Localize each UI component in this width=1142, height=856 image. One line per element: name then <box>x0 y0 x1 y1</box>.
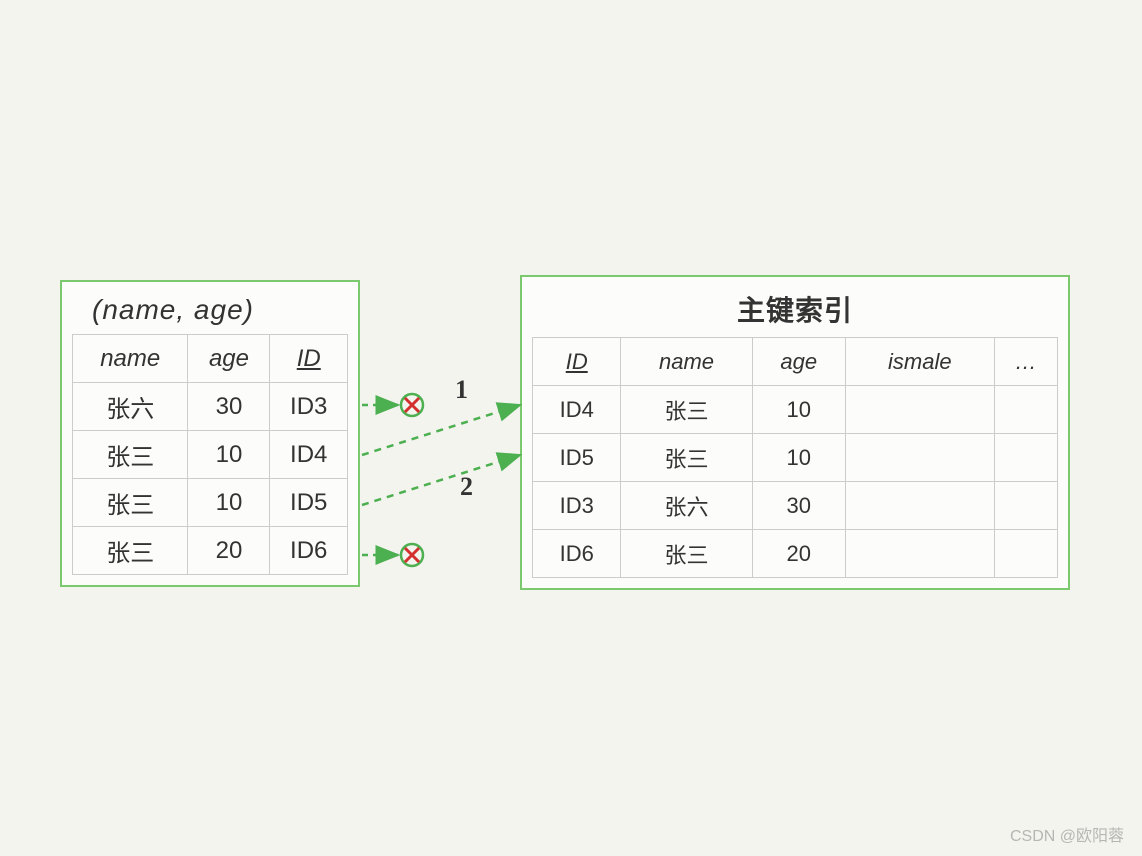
cell: 张三 <box>73 527 188 575</box>
cell <box>846 434 994 482</box>
table-row: ID6 张三 20 <box>533 530 1058 578</box>
right-table: ID name age ismale … ID4 张三 10 ID5 张三 10 <box>532 337 1058 578</box>
cell <box>846 482 994 530</box>
col-age: age <box>752 338 846 386</box>
cell: ID6 <box>270 527 348 575</box>
cell <box>994 434 1057 482</box>
cell <box>994 482 1057 530</box>
cell: 张六 <box>621 482 752 530</box>
reject-x-icon <box>405 548 419 562</box>
arrow-label-1: 1 <box>455 375 468 404</box>
cell <box>846 386 994 434</box>
cell: 张三 <box>621 386 752 434</box>
watermark-text: CSDN @欧阳蓉 <box>1010 822 1124 846</box>
cell: 30 <box>752 482 846 530</box>
table-row: ID5 张三 10 <box>533 434 1058 482</box>
reject-x-icon <box>405 548 419 562</box>
cell: 张三 <box>73 479 188 527</box>
cell: 10 <box>752 434 846 482</box>
cell: ID3 <box>533 482 621 530</box>
cell: 20 <box>752 530 846 578</box>
table-row: 张六 30 ID3 <box>73 383 348 431</box>
left-table: name age ID 张六 30 ID3 张三 10 ID4 张三 10 ID… <box>72 334 348 575</box>
cell: 30 <box>188 383 270 431</box>
col-name: name <box>73 335 188 383</box>
arrow-label-2: 2 <box>460 472 473 501</box>
reject-circle-icon <box>401 394 423 416</box>
table-row: 张三 10 ID5 <box>73 479 348 527</box>
col-more: … <box>994 338 1057 386</box>
table-row: 张三 20 ID6 <box>73 527 348 575</box>
cell: ID6 <box>533 530 621 578</box>
cell: 张三 <box>621 530 752 578</box>
table-header-row: name age ID <box>73 335 348 383</box>
col-ismale: ismale <box>846 338 994 386</box>
cell: ID5 <box>533 434 621 482</box>
cell <box>846 530 994 578</box>
reject-circle-icon <box>401 544 423 566</box>
cell <box>994 530 1057 578</box>
col-id: ID <box>533 338 621 386</box>
secondary-index-table: (name, age) name age ID 张六 30 ID3 张三 10 … <box>60 280 360 587</box>
cell: ID4 <box>270 431 348 479</box>
cell <box>994 386 1057 434</box>
table-row: ID3 张六 30 <box>533 482 1058 530</box>
table-row: 张三 10 ID4 <box>73 431 348 479</box>
right-table-title: 主键索引 <box>532 285 1058 337</box>
cell: 张三 <box>621 434 752 482</box>
left-table-title: (name, age) <box>72 290 348 334</box>
cell: 10 <box>752 386 846 434</box>
arrow-2 <box>362 455 520 505</box>
cell: ID5 <box>270 479 348 527</box>
cell: 张六 <box>73 383 188 431</box>
reject-x-icon <box>405 398 419 412</box>
cell: 张三 <box>73 431 188 479</box>
cell: 10 <box>188 479 270 527</box>
col-age: age <box>188 335 270 383</box>
reject-x-icon <box>405 398 419 412</box>
primary-key-index-table: 主键索引 ID name age ismale … ID4 张三 10 ID5 … <box>520 275 1070 590</box>
table-row: ID4 张三 10 <box>533 386 1058 434</box>
col-id: ID <box>270 335 348 383</box>
cell: 20 <box>188 527 270 575</box>
col-name: name <box>621 338 752 386</box>
table-header-row: ID name age ismale … <box>533 338 1058 386</box>
cell: ID3 <box>270 383 348 431</box>
arrow-1 <box>362 405 520 455</box>
cell: ID4 <box>533 386 621 434</box>
cell: 10 <box>188 431 270 479</box>
